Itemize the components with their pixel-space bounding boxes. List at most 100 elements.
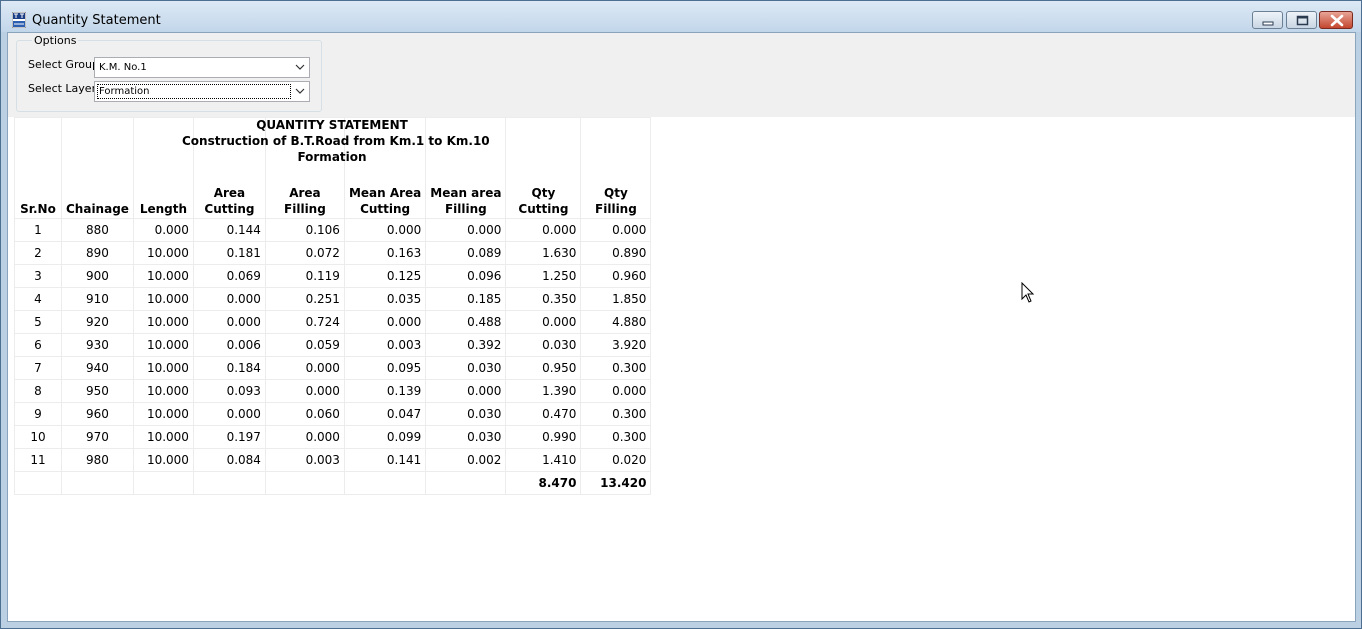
table-cell: 980: [61, 448, 134, 472]
total-cell: [425, 471, 507, 495]
table-cell: 0.020: [580, 448, 652, 472]
table-cell: 880: [61, 218, 134, 242]
maximize-icon: [1296, 15, 1309, 26]
column-header-line: Sr.No: [20, 202, 56, 216]
table-cell: 0.059: [264, 333, 345, 357]
select-group-dropdown[interactable]: K.M. No.1: [94, 57, 310, 78]
table-cell: 0.095: [343, 356, 427, 380]
table-cell: 0.006: [192, 333, 266, 357]
table-row: 2 890 10.000 0.181 0.072 0.163 0.089 1.630 0.890: [14, 241, 652, 265]
select-group-value: K.M. No.1: [99, 62, 147, 73]
table-cell: 0.184: [192, 356, 266, 380]
table-cell: 0.724: [264, 310, 345, 334]
total-cell: [264, 471, 345, 495]
column-header-line: Chainage: [66, 202, 129, 216]
table-cell: 0.093: [192, 379, 266, 403]
table-cell: 8: [14, 379, 62, 403]
table-cell: 3: [14, 264, 62, 288]
table-cell: 0.488: [425, 310, 507, 334]
table-cell: 0.030: [425, 402, 507, 426]
close-icon: [1330, 14, 1344, 27]
table-cell: 0.047: [343, 402, 427, 426]
options-groupbox: Options Select Group K.M. No.1 Select La…: [16, 34, 322, 112]
table-cell: 5: [14, 310, 62, 334]
table-cell: 910: [61, 287, 134, 311]
table-row: 10 970 10.000 0.197 0.000 0.099 0.030 0.990 0.30…: [14, 425, 652, 449]
table-cell: 0.197: [192, 425, 266, 449]
table-cell: 0.035: [343, 287, 427, 311]
table-cell: 0.000: [192, 310, 266, 334]
column-header-line: Length: [139, 202, 188, 216]
column-header: Chainage: [61, 117, 134, 219]
table-cell: 10.000: [132, 241, 194, 265]
table-cell: 2: [14, 241, 62, 265]
table-row: 11 980 10.000 0.084 0.003 0.141 0.002 1.410 0.02…: [14, 448, 652, 472]
table-cell: 0.000: [505, 310, 582, 334]
table-cell: 6: [14, 333, 62, 357]
table-cell: 0.000: [580, 218, 652, 242]
select-group-label: Select Group: [28, 58, 99, 71]
table-cell: 890: [61, 241, 134, 265]
column-header: Sr.No: [14, 117, 62, 219]
table-cell: 0.072: [264, 241, 345, 265]
table-cell: 1.250: [505, 264, 582, 288]
table-cell: 10.000: [132, 287, 194, 311]
table-cell: 0.119: [264, 264, 345, 288]
app-icon: [12, 12, 26, 28]
table-cell: 0.300: [580, 425, 652, 449]
table-cell: 1.630: [505, 241, 582, 265]
table-cell: 0.990: [505, 425, 582, 449]
table-cell: 0.125: [343, 264, 427, 288]
table-cell: 9: [14, 402, 62, 426]
column-header-line: Qty: [531, 186, 556, 200]
table-cell: 0.300: [580, 356, 652, 380]
maximize-button[interactable]: [1286, 11, 1317, 29]
table-cell: 4.880: [580, 310, 652, 334]
quantity-statement-window: Quantity Statement Options Select Group: [0, 0, 1362, 629]
table-cell: 0.392: [425, 333, 507, 357]
quantity-table: Sr.No Chainage Length Area Cutting Area Fillin…: [14, 117, 652, 495]
column-header-line: Area: [213, 186, 246, 200]
column-header-line: Area: [289, 186, 321, 200]
total-cell: [61, 471, 134, 495]
column-header: Qty Filling: [580, 117, 652, 219]
table-cell: 0.002: [425, 448, 507, 472]
table-cell: 0.000: [264, 425, 345, 449]
table-cell: 4: [14, 287, 62, 311]
minimize-icon: [1262, 21, 1274, 26]
table-cell: 0.185: [425, 287, 507, 311]
table-cell: 1.850: [580, 287, 652, 311]
column-header: Area Cutting: [192, 117, 266, 219]
table-cell: 10: [14, 425, 62, 449]
table-cell: 0.069: [192, 264, 266, 288]
table-cell: 900: [61, 264, 134, 288]
table-cell: 10.000: [132, 356, 194, 380]
table-cell: 10.000: [132, 264, 194, 288]
column-header: Qty Cutting: [505, 117, 582, 219]
total-cell: [343, 471, 427, 495]
table-cell: 10.000: [132, 402, 194, 426]
table-row: 5 920 10.000 0.000 0.724 0.000 0.488 0.000 4.880: [14, 310, 652, 334]
column-header-line: Filling: [284, 202, 326, 216]
column-header-line: Cutting: [518, 202, 569, 216]
table-cell: 0.141: [343, 448, 427, 472]
table-row: 4 910 10.000 0.000 0.251 0.035 0.185 0.350 1.850: [14, 287, 652, 311]
table-cell: 0.030: [425, 425, 507, 449]
table-cell: 0.251: [264, 287, 345, 311]
close-button[interactable]: [1319, 11, 1353, 29]
table-cell: 0.000: [425, 218, 507, 242]
table-cell: 7: [14, 356, 62, 380]
column-header-line: Filling: [444, 202, 487, 216]
table-cell: 0.300: [580, 402, 652, 426]
table-cell: 0.890: [580, 241, 652, 265]
table-cell: 950: [61, 379, 134, 403]
minimize-button[interactable]: [1252, 11, 1283, 29]
options-panel: Options Select Group K.M. No.1 Select La…: [8, 33, 1355, 117]
title-bar[interactable]: Quantity Statement: [1, 1, 1361, 32]
table-cell: 0.181: [192, 241, 266, 265]
table-cell: 10.000: [132, 448, 194, 472]
table-cell: 11: [14, 448, 62, 472]
table-cell: 10.000: [132, 310, 194, 334]
select-layer-dropdown[interactable]: Formation: [94, 81, 310, 102]
quantity-report: Sr.No Chainage Length Area Cutting Area Fillin…: [14, 117, 652, 495]
